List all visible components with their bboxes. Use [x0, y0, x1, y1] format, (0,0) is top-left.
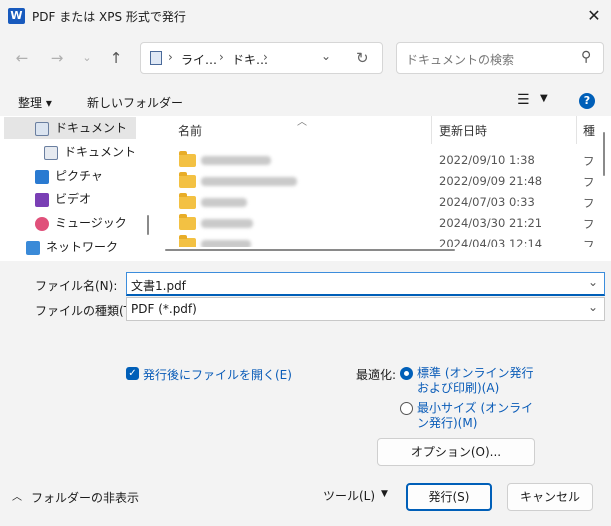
- standard-label[interactable]: 標準 (オンライン発行および印刷)(A): [417, 366, 541, 396]
- horizontal-scrollbar-thumb[interactable]: [165, 249, 455, 251]
- nav-scrollbar-thumb[interactable]: [147, 215, 149, 235]
- address-bar[interactable]: › ライ… › ドキ… › ⌄ ↻: [140, 42, 383, 74]
- table-row[interactable]: 2022/09/10 1:38 フ: [157, 150, 597, 171]
- folder-icon: [179, 172, 196, 188]
- options-button[interactable]: オプション(O)...: [377, 438, 535, 466]
- file-name-redacted: [201, 240, 251, 247]
- table-row[interactable]: 2024/04/03 12:14 フ: [157, 234, 597, 247]
- vertical-scrollbar-thumb[interactable]: [603, 132, 605, 176]
- filename-field[interactable]: 文書1.pdf ⌄: [126, 272, 605, 296]
- library-icon: [150, 51, 162, 65]
- recent-chevron-down-icon[interactable]: ⌄: [74, 45, 100, 71]
- sidebar-item-label: ネットワーク: [46, 240, 119, 254]
- standard-radio[interactable]: [400, 367, 413, 380]
- document-icon: [44, 145, 58, 160]
- pictures-icon: [35, 169, 49, 184]
- file-type: フ: [583, 217, 595, 231]
- cancel-button[interactable]: キャンセル: [507, 483, 593, 511]
- folder-icon: [179, 235, 196, 247]
- file-name-redacted: [201, 177, 297, 186]
- sidebar-item-label: ドキュメント: [55, 121, 128, 135]
- filetype-value: PDF (*.pdf): [131, 302, 197, 316]
- file-date: 2024/03/30 21:21: [439, 216, 543, 230]
- sort-ascending-icon: ︿: [297, 117, 307, 128]
- tools-menu[interactable]: ツール(L): [323, 487, 375, 504]
- filename-value: 文書1.pdf: [131, 279, 186, 293]
- file-date: 2024/04/03 12:14: [439, 237, 543, 247]
- file-name-redacted: [201, 219, 253, 228]
- folder-icon: [179, 214, 196, 230]
- file-name-redacted: [201, 198, 247, 207]
- breadcrumb-separator-icon: ›: [263, 50, 268, 64]
- refresh-icon[interactable]: ↻: [356, 49, 369, 67]
- sidebar-item-network[interactable]: ネットワーク: [26, 236, 118, 258]
- sidebar-item-documents[interactable]: ドキュメント: [4, 117, 136, 139]
- breadcrumb-separator-icon: ›: [168, 50, 173, 64]
- organize-menu[interactable]: 整理 ▾: [18, 94, 52, 111]
- filename-label: ファイル名(N):: [35, 279, 118, 293]
- file-name-redacted: [201, 156, 271, 165]
- sidebar-item-label: ビデオ: [55, 192, 92, 206]
- sidebar-item-label: ミュージック: [55, 216, 127, 230]
- search-placeholder: ドキュメントの検索: [406, 53, 515, 67]
- file-type: フ: [583, 175, 595, 189]
- network-icon: [26, 240, 40, 255]
- search-input[interactable]: ドキュメントの検索 ⚲: [396, 42, 604, 74]
- view-chevron-down-icon[interactable]: ▼: [540, 93, 548, 104]
- search-icon[interactable]: ⚲: [581, 49, 591, 65]
- up-arrow-icon[interactable]: ↑: [103, 45, 129, 71]
- help-icon[interactable]: ?: [579, 93, 595, 109]
- open-after-checkbox[interactable]: ✓: [126, 367, 139, 380]
- navigation-pane: ドキュメント ドキュメント ピクチャ ビデオ ミュージック ネットワーク: [0, 116, 157, 261]
- table-row[interactable]: 2022/09/09 21:48 フ: [157, 171, 597, 192]
- file-type: フ: [583, 196, 595, 210]
- folder-icon: [179, 193, 196, 209]
- column-divider[interactable]: [431, 116, 432, 144]
- file-type: フ: [583, 238, 595, 247]
- window-title: PDF または XPS 形式で発行: [32, 10, 186, 24]
- chevron-down-icon[interactable]: ⌄: [588, 300, 598, 314]
- sidebar-item-documents-sub[interactable]: ドキュメント: [44, 141, 136, 163]
- chevron-down-icon[interactable]: ⌄: [588, 275, 598, 289]
- sidebar-item-label: ドキュメント: [64, 145, 137, 159]
- file-list: 名前 ︿ 更新日時 種 2022/09/10 1:38 フ 2022/09/09…: [157, 116, 611, 261]
- music-icon: [35, 216, 49, 231]
- table-row[interactable]: 2024/07/03 0:33 フ: [157, 192, 597, 213]
- view-options-icon[interactable]: ☰: [517, 92, 530, 108]
- column-divider[interactable]: [576, 116, 577, 144]
- optimize-label: 最適化:: [356, 368, 397, 382]
- hide-folders-button[interactable]: フォルダーの非表示: [31, 489, 139, 506]
- sidebar-item-pictures[interactable]: ピクチャ: [35, 165, 103, 187]
- column-header-modified[interactable]: 更新日時: [439, 122, 487, 139]
- folder-icon: [179, 151, 196, 167]
- new-folder-button[interactable]: 新しいフォルダー: [87, 94, 183, 111]
- minimum-radio[interactable]: [400, 402, 413, 415]
- address-dropdown-chevron-icon[interactable]: ⌄: [321, 49, 331, 63]
- table-row[interactable]: 2024/03/30 21:21 フ: [157, 213, 597, 234]
- breadcrumb-separator-icon: ›: [219, 50, 224, 64]
- word-app-icon: W: [8, 8, 25, 24]
- filetype-select[interactable]: PDF (*.pdf) ⌄: [126, 297, 605, 321]
- column-header-name[interactable]: 名前: [178, 122, 202, 139]
- minimum-label[interactable]: 最小サイズ (オンライン発行)(M): [417, 401, 541, 431]
- sidebar-item-label: ピクチャ: [55, 169, 103, 183]
- close-icon[interactable]: ✕: [584, 6, 604, 26]
- back-arrow-icon[interactable]: ←: [9, 45, 35, 71]
- column-header-type[interactable]: 種: [583, 122, 595, 139]
- filetype-label: ファイルの種類(T):: [35, 304, 140, 318]
- document-icon: [35, 121, 49, 136]
- sidebar-item-videos[interactable]: ビデオ: [35, 188, 91, 210]
- sidebar-item-music[interactable]: ミュージック: [35, 212, 127, 234]
- forward-arrow-icon[interactable]: →: [44, 45, 70, 71]
- video-icon: [35, 192, 49, 207]
- tools-chevron-down-icon[interactable]: ▼: [381, 489, 388, 499]
- publish-button[interactable]: 発行(S): [406, 483, 492, 511]
- chevron-up-icon[interactable]: ︿: [12, 488, 22, 503]
- open-after-label[interactable]: 発行後にファイルを開く(E): [143, 366, 292, 383]
- file-date: 2022/09/10 1:38: [439, 153, 535, 167]
- file-type: フ: [583, 154, 595, 168]
- file-date: 2022/09/09 21:48: [439, 174, 543, 188]
- breadcrumb-item[interactable]: ライ…: [181, 51, 217, 68]
- file-date: 2024/07/03 0:33: [439, 195, 535, 209]
